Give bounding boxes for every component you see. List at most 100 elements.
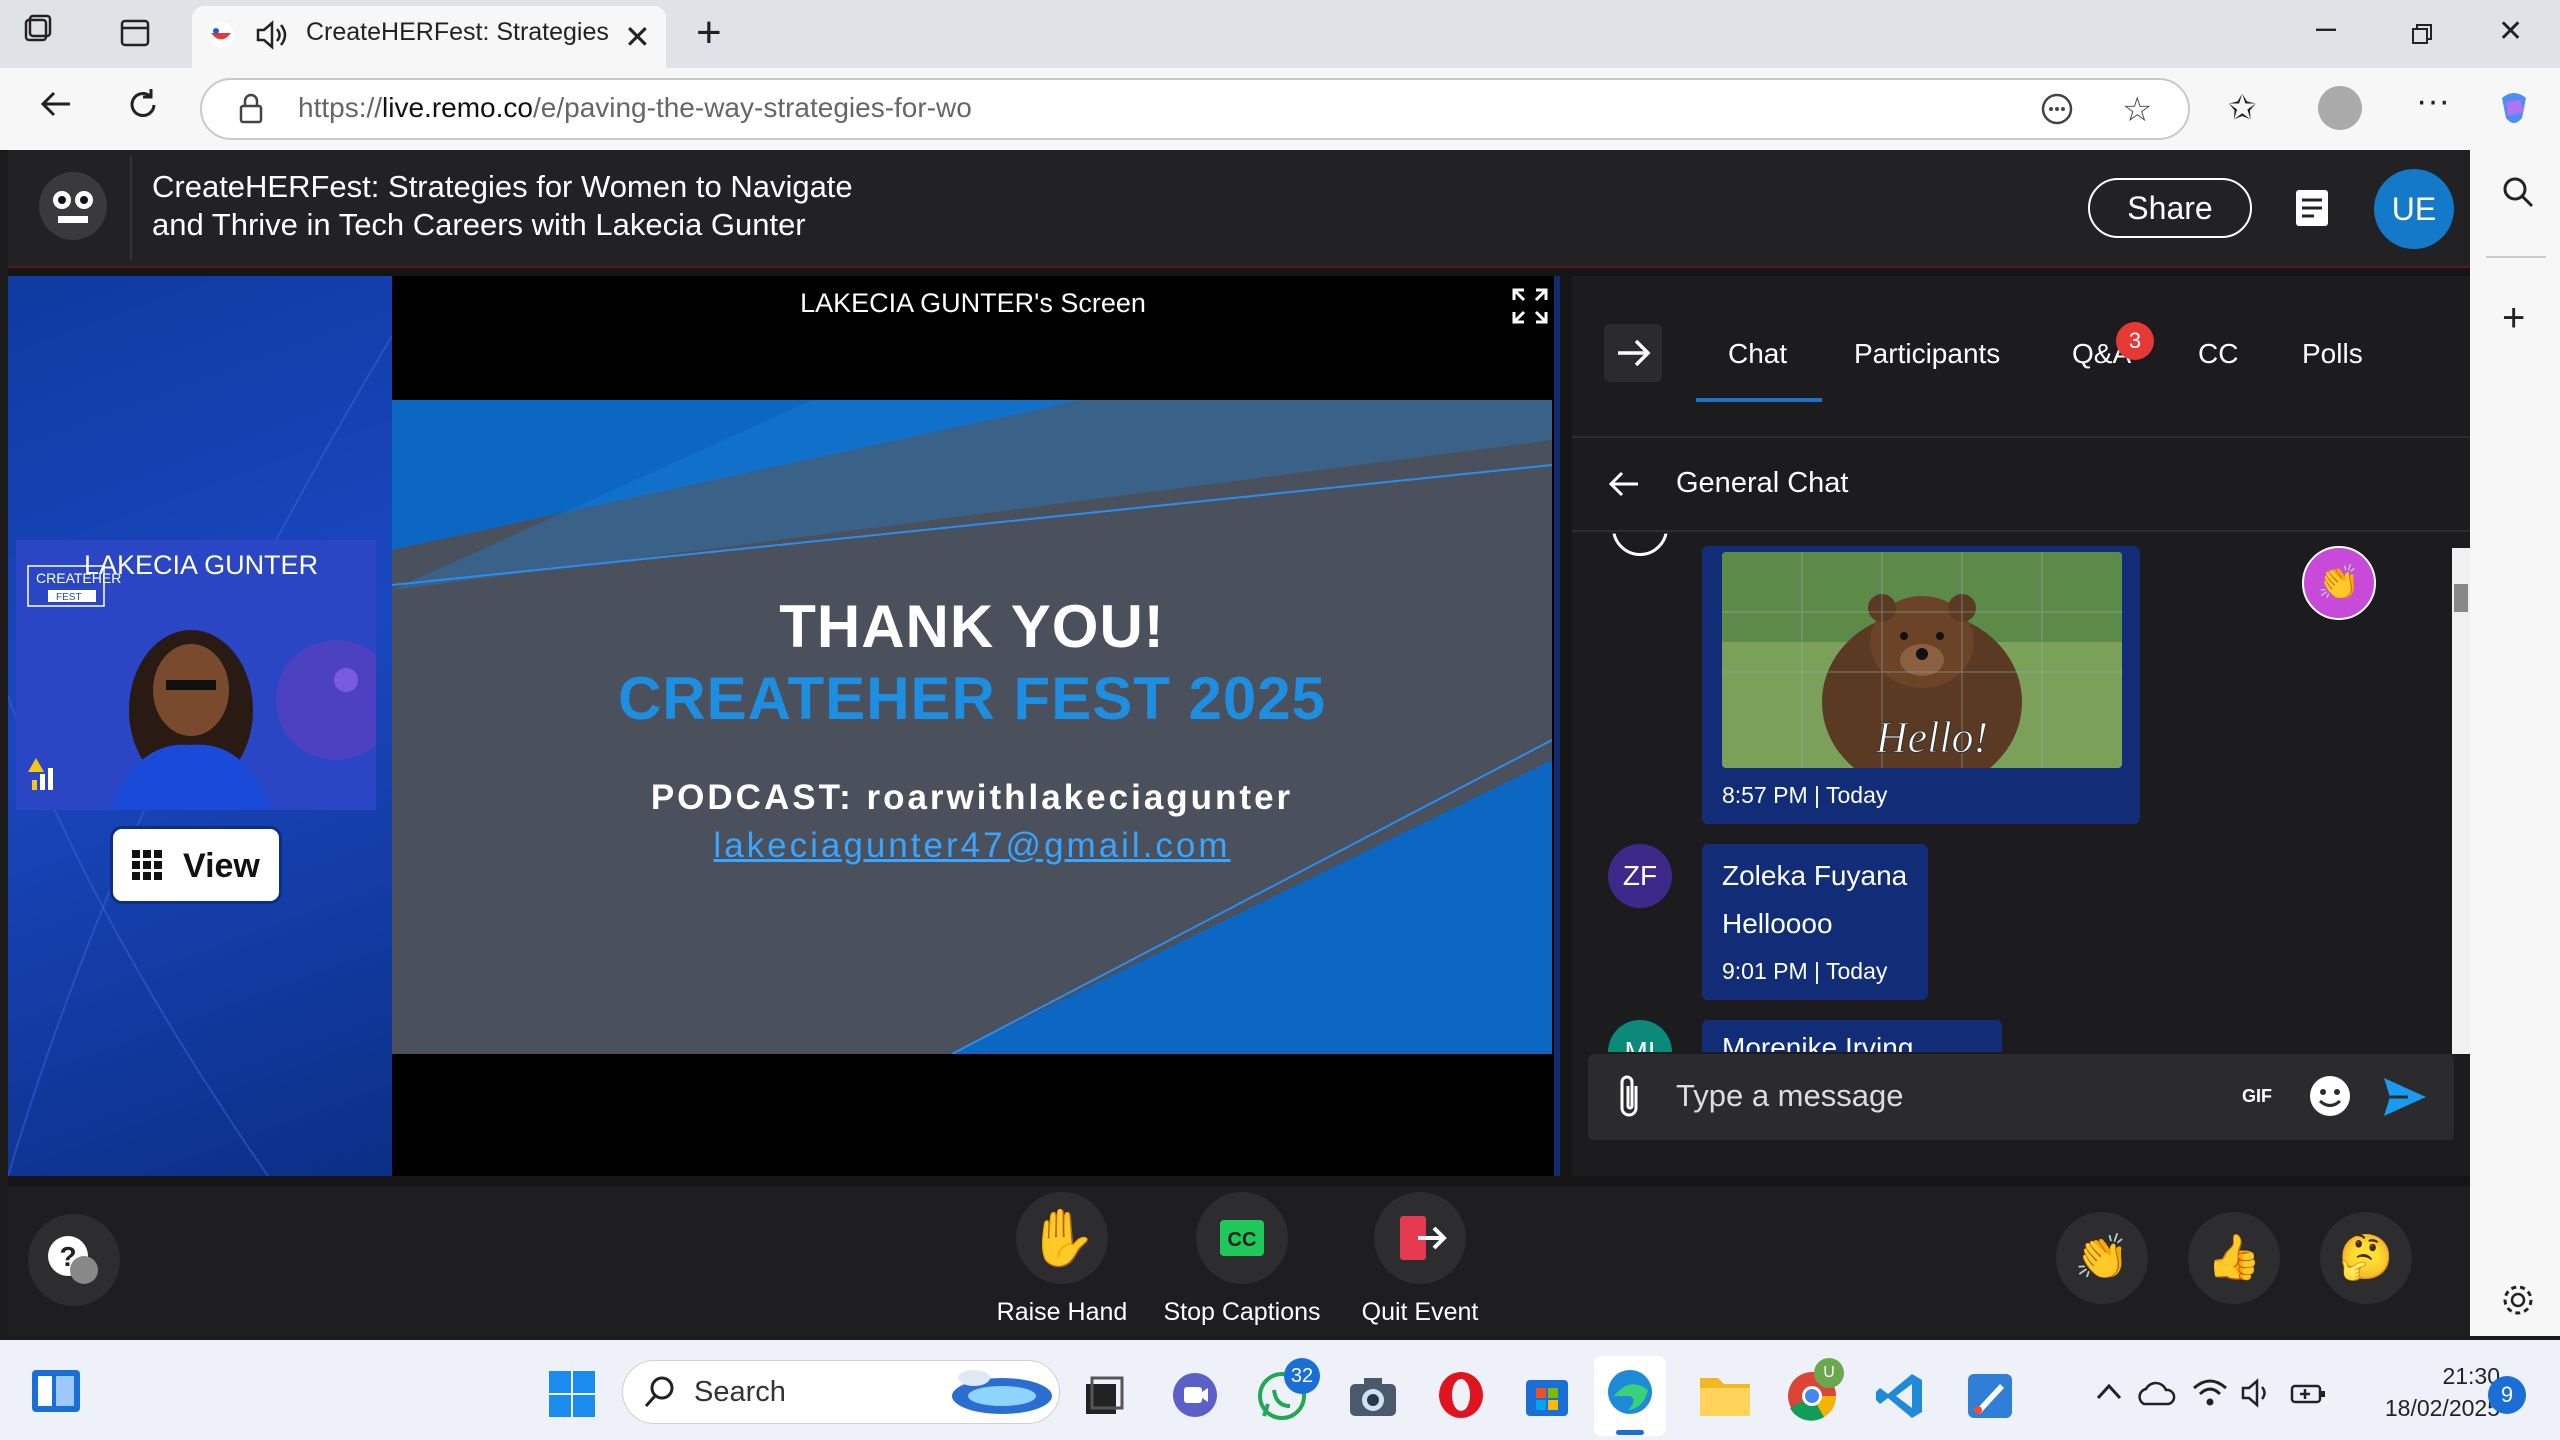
clap-reaction-button[interactable]: 👏 [2056, 1212, 2148, 1304]
tab-title: CreateHERFest: Strategies fo [306, 18, 614, 46]
slide-podcast: PODCAST: roarwithlakeciagunter [650, 778, 1294, 817]
help-icon[interactable]: ? [28, 1214, 120, 1306]
reader-more-icon[interactable] [2040, 92, 2074, 131]
new-tab-icon[interactable]: + [696, 8, 722, 58]
search-highlight-image [944, 1366, 1056, 1425]
battery-icon[interactable] [2288, 1380, 2328, 1413]
tab-participants[interactable]: Participants [1854, 338, 2000, 370]
volume-icon[interactable] [2240, 1378, 2274, 1413]
active-tab-indicator [1696, 398, 1822, 402]
slide-heading: THANK YOU! [779, 593, 1165, 660]
attach-icon[interactable] [1612, 1072, 1646, 1127]
widgets-icon[interactable] [30, 1366, 82, 1421]
wifi-icon[interactable] [2192, 1376, 2228, 1413]
tab-actions-icon[interactable] [118, 16, 152, 55]
start-icon[interactable] [548, 1370, 596, 1423]
user-avatar[interactable]: UE [2374, 169, 2454, 249]
opera-icon[interactable] [1436, 1370, 1486, 1425]
paint-icon[interactable] [1964, 1370, 2016, 1427]
thumbs-up-reaction-button[interactable]: 👍 [2188, 1212, 2280, 1304]
emoji-icon[interactable] [2308, 1074, 2352, 1123]
svg-text:CC: CC [1228, 1229, 1257, 1251]
quit-event-button[interactable] [1374, 1192, 1466, 1284]
chat-scrollbar[interactable] [2452, 548, 2470, 1054]
gif-button[interactable]: GIF [2242, 1086, 2272, 1107]
workspaces-icon[interactable] [20, 12, 52, 42]
show-hidden-icons[interactable] [2094, 1380, 2124, 1411]
chrome-profile-badge: U [1814, 1358, 1844, 1388]
taskbar-search-label: Search [694, 1376, 786, 1408]
slide-email-link[interactable]: lakeciagunter47@gmail.com [392, 826, 1552, 866]
taskbar-search-icon [642, 1374, 678, 1415]
raise-hand-label: Raise Hand [996, 1298, 1128, 1326]
sidebar-search-icon[interactable] [2500, 174, 2536, 215]
back-icon[interactable] [36, 84, 76, 133]
chat-title: General Chat [1676, 467, 1849, 499]
raise-hand-button[interactable]: ✋ [1016, 1192, 1108, 1284]
file-explorer-icon[interactable] [1698, 1372, 1752, 1423]
share-button[interactable]: Share [2088, 178, 2252, 238]
stop-captions-label: Stop Captions [1163, 1298, 1321, 1326]
tab-polls[interactable]: Polls [2302, 338, 2363, 370]
gif-image[interactable]: Hello! [1722, 552, 2122, 768]
clap-reaction-icon[interactable]: 👏 [2302, 546, 2376, 620]
message-text: Helloooo [1722, 908, 1833, 939]
sidebar-settings-icon[interactable] [2500, 1282, 2536, 1323]
minimize-icon[interactable]: – [2316, 6, 2336, 48]
stop-captions-button[interactable]: CC [1196, 1192, 1288, 1284]
svg-text:Hello!: Hello! [1875, 713, 1988, 762]
tab-audio-icon[interactable] [254, 18, 290, 57]
participant-avatar[interactable]: MI [1608, 1020, 1672, 1052]
tab-cc[interactable]: CC [2198, 338, 2238, 370]
restore-icon[interactable] [2410, 22, 2434, 51]
stage-divider [1554, 276, 1560, 1176]
thinking-reaction-button[interactable]: 🤔 [2320, 1212, 2412, 1304]
copilot-icon[interactable] [2494, 88, 2534, 133]
teams-chat-icon[interactable] [1170, 1370, 1220, 1425]
system-clock[interactable]: 21:30 18/02/2025 [2380, 1360, 2500, 1424]
svg-text:?: ? [59, 1241, 76, 1272]
slide-subheading: CREATEHER FEST 2025 [617, 665, 1327, 732]
task-view-icon[interactable] [1082, 1374, 1126, 1423]
vscode-icon[interactable] [1874, 1370, 1926, 1427]
event-title: CreateHERFest: Strategies for Women to N… [152, 169, 853, 242]
onedrive-icon[interactable] [2136, 1380, 2176, 1413]
edge-taskbar-icon[interactable] [1594, 1356, 1666, 1436]
network-warning-icon [26, 756, 60, 797]
quit-event-label: Quit Event [1361, 1298, 1479, 1326]
collapse-panel-icon[interactable] [1604, 324, 1662, 382]
site-info-lock-icon[interactable] [236, 92, 266, 131]
qa-count-badge: 3 [2116, 322, 2154, 360]
message-placeholder: Type a message [1676, 1078, 1904, 1113]
back-arrow-icon[interactable] [1604, 464, 1644, 509]
view-button[interactable]: View [110, 826, 282, 904]
favorites-icon[interactable]: ✩ [2228, 88, 2257, 128]
whatsapp-badge: 32 [1284, 1358, 1320, 1394]
microsoft-store-icon[interactable] [1522, 1370, 1572, 1425]
window-close-icon[interactable]: ✕ [2498, 14, 2523, 49]
favorite-star-icon[interactable]: ☆ [2122, 90, 2152, 130]
svg-text:FEST: FEST [56, 592, 82, 603]
speaker-name: LAKECIA GUNTER [84, 550, 319, 580]
sidebar-add-icon[interactable]: + [2502, 296, 2525, 341]
url-text[interactable]: https://live.remo.co/e/paving-the-way-st… [298, 92, 972, 124]
send-icon[interactable] [2382, 1076, 2428, 1123]
settings-more-icon[interactable]: ··· [2416, 82, 2450, 121]
panel-divider [1572, 436, 2470, 438]
notification-badge[interactable]: 9 [2488, 1376, 2526, 1414]
notes-icon[interactable] [2294, 188, 2330, 233]
remo-logo[interactable] [16, 156, 132, 260]
tab-close-icon[interactable]: ✕ [624, 18, 651, 56]
camera-icon[interactable] [1348, 1374, 1398, 1423]
fullscreen-icon[interactable] [1510, 286, 1550, 331]
screen-share-label: LAKECIA GUNTER's Screen [800, 288, 1146, 318]
chat-divider [1572, 530, 2470, 532]
profile-icon[interactable] [2318, 86, 2362, 130]
message-clip: MI Morenike Irving [1590, 1016, 2450, 1052]
participant-avatar[interactable]: ZF [1608, 844, 1672, 908]
refresh-icon[interactable] [124, 86, 162, 133]
remo-favicon-icon [206, 20, 236, 55]
tab-chat[interactable]: Chat [1728, 338, 1787, 370]
message-author: Zoleka Fuyana [1722, 860, 1908, 891]
sidebar-divider [2486, 256, 2546, 258]
